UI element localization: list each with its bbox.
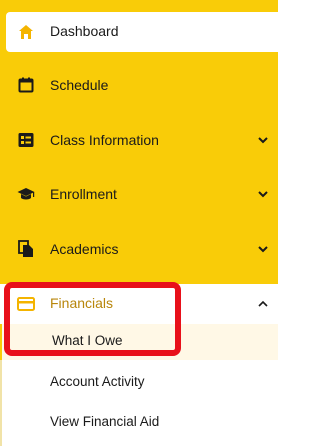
sidebar-nav: Dashboard Schedule Class Information Enr… — [0, 0, 278, 446]
chevron-up-icon[interactable] — [256, 297, 270, 311]
sidebar-item-schedule[interactable]: Schedule — [0, 58, 278, 112]
credit-card-icon — [17, 295, 35, 313]
sidebar-item-label: Dashboard — [50, 23, 119, 39]
calendar-icon — [17, 76, 35, 94]
submenu-item-view-financial-aid[interactable]: View Financial Aid — [0, 405, 278, 441]
sidebar-item-label: Schedule — [50, 77, 109, 93]
sidebar-item-financials[interactable]: Financials — [0, 284, 278, 324]
list-card-icon — [17, 131, 35, 149]
chevron-down-icon[interactable] — [256, 133, 270, 147]
sidebar-item-label: Class Information — [50, 132, 159, 148]
sidebar-item-enrollment[interactable]: Enrollment — [0, 167, 278, 221]
submenu-item-what-i-owe[interactable]: What I Owe — [0, 324, 278, 360]
sidebar-item-dashboard[interactable]: Dashboard — [6, 12, 278, 52]
home-icon — [17, 23, 35, 41]
submenu-item-label: Account Activity — [50, 374, 145, 389]
sidebar-item-class-information[interactable]: Class Information — [0, 113, 278, 167]
chevron-down-icon[interactable] — [256, 187, 270, 201]
submenu-item-label: What I Owe — [52, 333, 123, 348]
sidebar-item-label: Enrollment — [50, 186, 117, 202]
sidebar-item-label: Academics — [50, 241, 119, 257]
documents-icon — [17, 240, 35, 258]
sidebar-item-academics[interactable]: Academics — [0, 222, 278, 276]
sidebar-item-label: Financials — [50, 295, 114, 311]
graduation-cap-icon — [17, 185, 35, 203]
submenu-item-account-activity[interactable]: Account Activity — [0, 365, 278, 401]
chevron-down-icon[interactable] — [256, 242, 270, 256]
submenu-item-label: View Financial Aid — [50, 414, 160, 429]
